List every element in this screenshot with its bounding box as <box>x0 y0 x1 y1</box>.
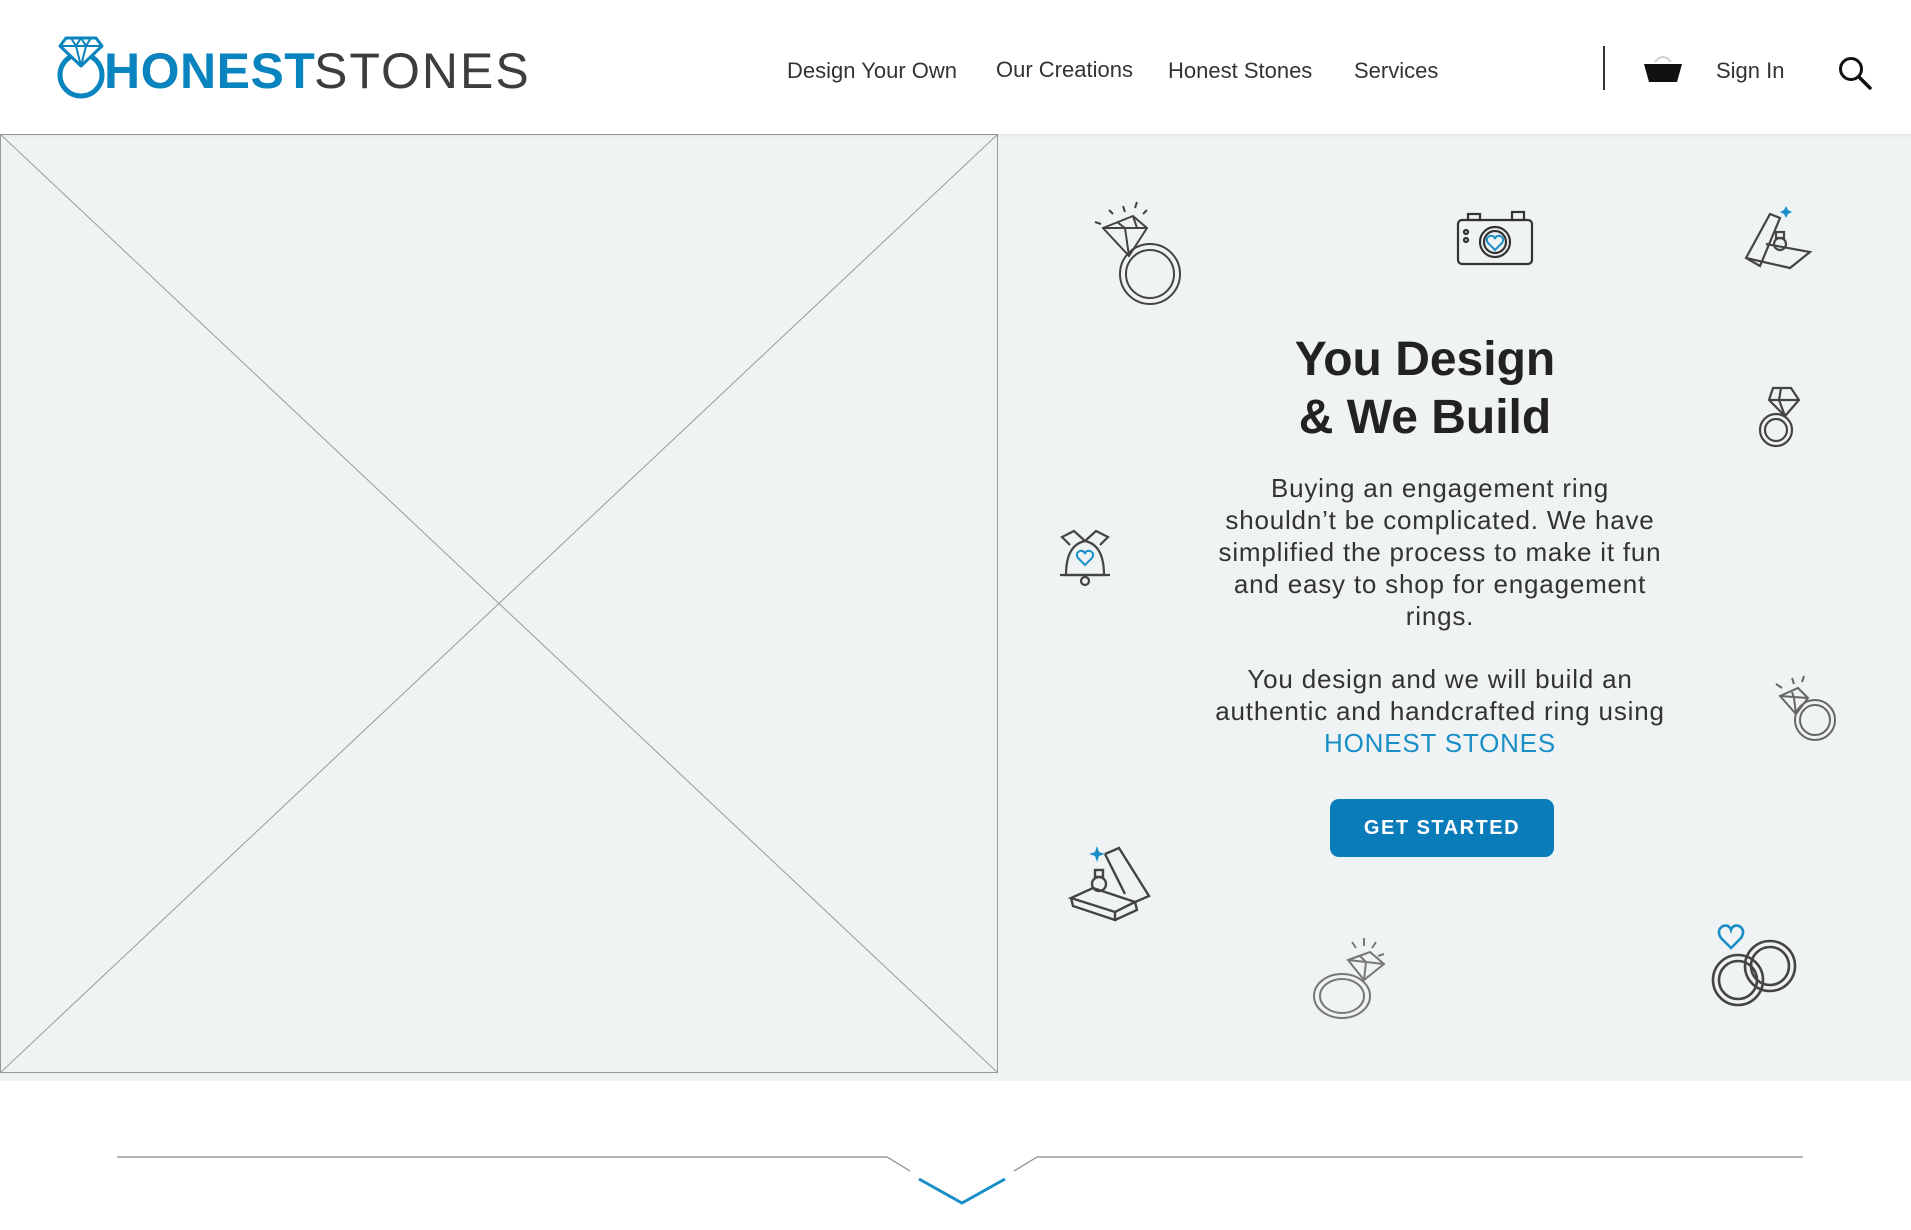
paragraph-2-text: You design and we will build an authenti… <box>1215 664 1665 726</box>
nav-our-creations[interactable]: Our Creations <box>996 57 1133 83</box>
wedding-rings-icon <box>1711 924 1797 1007</box>
hero-paragraph-2: You design and we will build an authenti… <box>1214 663 1666 759</box>
scroll-divider <box>117 1156 1803 1205</box>
site-header: HONEST STONES Design Your Own Our Creati… <box>0 0 1911 134</box>
get-started-button[interactable]: GET STARTED <box>1330 799 1554 857</box>
sign-in-link[interactable]: Sign In <box>1716 58 1785 84</box>
nav-honest-stones[interactable]: Honest Stones <box>1168 58 1312 84</box>
nav-services[interactable]: Services <box>1354 58 1438 84</box>
hero-paragraph-1: Buying an engagement ring shouldn’t be c… <box>1218 473 1662 631</box>
shopping-basket-icon[interactable] <box>1643 52 1683 91</box>
ring-box-icon <box>1744 206 1813 270</box>
brand-name-highlight: HONEST STONES <box>1324 728 1556 758</box>
headline-line-1: You Design <box>1294 333 1556 386</box>
header-divider <box>1603 46 1605 90</box>
headline-line-2: & We Build <box>1298 391 1552 444</box>
hero-headline: You Design & We Build <box>1205 331 1645 447</box>
diamond-ring-icon-2 <box>1313 938 1386 1019</box>
camera-heart-icon <box>1456 210 1534 266</box>
logo-text-stones: STONES <box>314 43 531 99</box>
image-placeholder <box>0 134 998 1073</box>
small-ring-icon <box>1758 386 1801 448</box>
wedding-bell-icon <box>1060 529 1110 587</box>
logo-text-honest: HONEST <box>104 43 316 99</box>
chevron-down-icon[interactable] <box>918 1177 1006 1205</box>
ring-box-open-icon <box>1067 846 1151 922</box>
diamond-ring-icon <box>1094 201 1181 305</box>
sparkle-ring-icon <box>1775 675 1836 741</box>
logo[interactable]: HONEST STONES <box>52 30 529 100</box>
logo-ring-icon <box>57 36 105 99</box>
nav-design-your-own[interactable]: Design Your Own <box>787 58 957 84</box>
magnifier-icon[interactable] <box>1838 56 1872 95</box>
hero-section: You Design & We Build Buying an engageme… <box>0 134 1911 1081</box>
